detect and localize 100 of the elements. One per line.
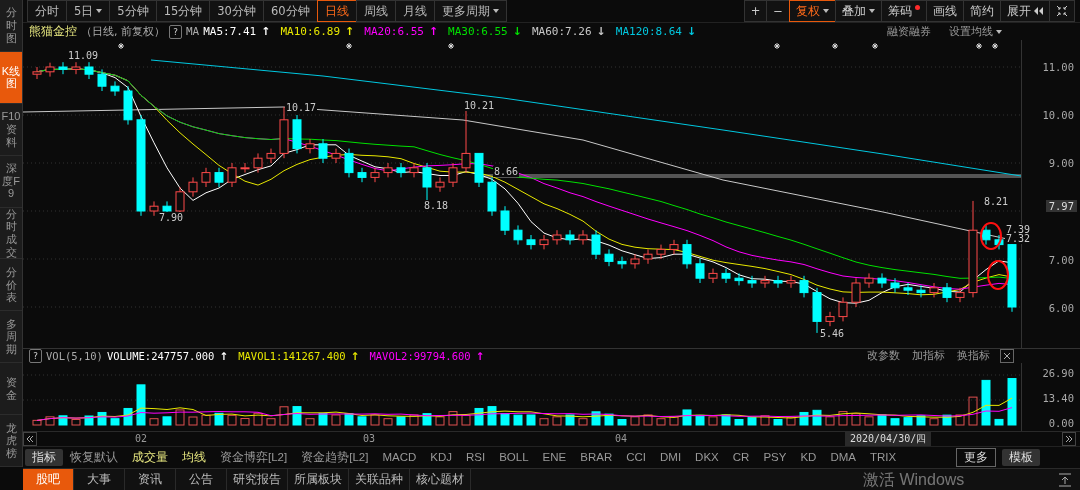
indicator-tab[interactable]: DMA: [823, 450, 863, 465]
axis-label: 0.00: [1048, 417, 1074, 429]
period-tab[interactable]: 更多周期: [433, 0, 507, 22]
event-marker-icon[interactable]: [975, 42, 983, 50]
bottom-tab[interactable]: 大事: [74, 468, 125, 490]
toolbar-button[interactable]: −: [766, 0, 790, 22]
indicator-tab[interactable]: MACD: [375, 450, 424, 465]
bottom-tab[interactable]: 公告: [176, 468, 227, 490]
indicator-tab[interactable]: CCI: [619, 450, 653, 465]
price-label: 10.17: [285, 102, 318, 113]
toolbar-button[interactable]: 筹码: [881, 0, 927, 22]
candlestick: [955, 287, 965, 303]
bottom-tab[interactable]: 关联品种: [349, 468, 410, 490]
event-marker-icon[interactable]: [345, 42, 353, 50]
indicator-tab[interactable]: 资金趋势[L2]: [294, 448, 376, 466]
candlestick: [552, 229, 562, 246]
bottom-tab[interactable]: 股吧: [23, 468, 74, 490]
indicator-action[interactable]: 加指标: [912, 349, 945, 363]
period-tab[interactable]: 60分钟: [262, 0, 318, 22]
trend-arrow: ↑: [428, 25, 439, 38]
help-button[interactable]: ?: [169, 24, 182, 39]
indicator-tab[interactable]: KDJ: [423, 450, 459, 465]
event-marker-icon[interactable]: [773, 42, 781, 50]
toolbar-button[interactable]: +: [743, 0, 768, 22]
indicator-tab[interactable]: 恢复默认: [63, 448, 125, 466]
indicator-tab[interactable]: RSI: [459, 450, 493, 465]
candlestick: [84, 61, 94, 80]
toolbar-button[interactable]: 简约: [963, 0, 1001, 22]
indicator-tab[interactable]: 更多: [956, 447, 996, 467]
volume-value: MAVOL1:141267.400: [238, 350, 346, 362]
bottom-tab[interactable]: 研究报告: [227, 468, 288, 490]
candlestick: [773, 275, 783, 289]
collapse-button[interactable]: [1049, 0, 1075, 22]
period-tab[interactable]: 5分钟: [109, 0, 157, 22]
chart-link[interactable]: 融资融券: [887, 24, 931, 39]
bottom-tab[interactable]: 所属板块: [288, 468, 349, 490]
toolbar-button[interactable]: 叠加: [835, 0, 882, 22]
sidebar-tab[interactable]: 资金: [0, 363, 22, 416]
event-marker-icon[interactable]: [991, 42, 999, 50]
event-marker-icon[interactable]: [831, 42, 839, 50]
volume-bar: [136, 384, 146, 426]
period-tab[interactable]: 30分钟: [209, 0, 264, 22]
indicator-tab[interactable]: PSY: [756, 450, 794, 465]
volume-bar: [448, 411, 458, 426]
indicator-tab[interactable]: TRIX: [862, 450, 904, 465]
indicator-tab[interactable]: KD: [793, 450, 824, 465]
event-marker-icon[interactable]: [117, 42, 125, 50]
sidebar-tab[interactable]: F10资料: [0, 103, 22, 156]
volume-bar: [110, 418, 120, 426]
volume-bar: [188, 416, 198, 426]
sidebar-tab[interactable]: 分时成交: [0, 207, 22, 260]
scroll-right-button[interactable]: [1062, 432, 1076, 446]
event-marker-icon[interactable]: [447, 42, 455, 50]
volume-bar: [916, 415, 926, 426]
bottom-tab[interactable]: 资讯: [125, 468, 176, 490]
event-marker-icon[interactable]: [871, 42, 879, 50]
sidebar-tab[interactable]: 分时图: [0, 0, 22, 52]
toolbar-button[interactable]: 画线: [926, 0, 964, 22]
close-icon[interactable]: [1000, 349, 1014, 363]
volume-bar: [214, 412, 224, 426]
upload-icon[interactable]: [1058, 472, 1072, 487]
period-tab[interactable]: 5日: [66, 0, 111, 22]
bottom-tab[interactable]: 核心题材: [410, 468, 471, 490]
toolbar-button[interactable]: 复权: [789, 0, 836, 22]
period-tab[interactable]: 月线: [394, 0, 435, 22]
indicator-tab[interactable]: 资金博弈[L2]: [213, 448, 295, 466]
volume-bar: [357, 416, 367, 426]
period-tab[interactable]: 15分钟: [155, 0, 211, 22]
expand-button[interactable]: 展开: [1000, 0, 1050, 22]
sidebar-tab[interactable]: 多周期: [0, 311, 22, 364]
indicator-action[interactable]: 换指标: [957, 349, 990, 363]
indicator-tab[interactable]: BRAR: [573, 450, 620, 465]
period-tab[interactable]: 分时: [27, 0, 67, 22]
sidebar-tab[interactable]: 深度F9: [0, 155, 22, 208]
volume-bar: [526, 414, 536, 426]
help-button[interactable]: ?: [29, 349, 42, 363]
indicator-tab[interactable]: CR: [725, 450, 757, 465]
sidebar-tab[interactable]: 分价表: [0, 259, 22, 312]
indicator-tab[interactable]: DKX: [688, 450, 726, 465]
indicator-tab[interactable]: BOLL: [492, 450, 536, 465]
indicator-tab[interactable]: ENE: [535, 450, 574, 465]
volume-bar: [279, 406, 289, 426]
period-tab[interactable]: 日线: [316, 0, 357, 22]
indicator-tab[interactable]: 模板: [1002, 448, 1040, 466]
candlestick: [32, 66, 42, 80]
indicator-action[interactable]: 改参数: [867, 349, 900, 363]
chart-link[interactable]: 设置均线: [949, 24, 1002, 39]
indicator-tab[interactable]: 指标: [25, 448, 63, 466]
annotation-circle: [980, 222, 1002, 250]
shrink-arrows-icon: [1056, 5, 1068, 17]
period-tab[interactable]: 周线: [355, 0, 396, 22]
indicator-tab[interactable]: 成交量: [125, 448, 175, 466]
candlestick: [188, 176, 198, 198]
double-right-chevron-icon: [1065, 435, 1073, 443]
sidebar-tab[interactable]: K线图: [0, 51, 22, 104]
indicator-tab[interactable]: 均线: [175, 448, 213, 466]
sidebar-tab[interactable]: 龙虎榜: [0, 415, 22, 467]
candlestick: [58, 61, 68, 75]
indicator-tab[interactable]: DMI: [653, 450, 689, 465]
scroll-left-button[interactable]: [23, 432, 37, 446]
